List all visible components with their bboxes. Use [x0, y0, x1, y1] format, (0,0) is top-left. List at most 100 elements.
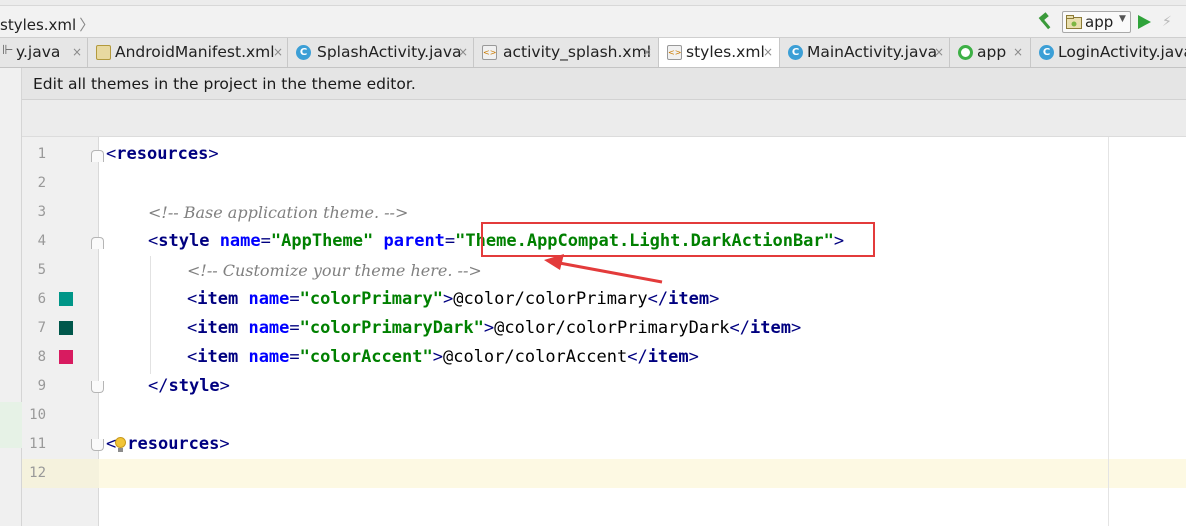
xml-attribute: name: [248, 318, 290, 338]
xml-equals: =: [444, 231, 456, 251]
close-icon[interactable]: ×: [273, 45, 283, 59]
xml-bracket: >: [790, 318, 802, 338]
xml-bracket: >: [688, 347, 699, 367]
xml-equals: =: [289, 289, 300, 309]
code-line-10: 10: [0, 401, 1186, 430]
xml-tag-name: resources: [127, 434, 220, 454]
close-icon[interactable]: ×: [763, 45, 773, 59]
xml-attribute: name: [248, 347, 290, 367]
xml-tag-name: resources: [116, 144, 209, 164]
xml-tag-name: item: [197, 347, 239, 367]
xml-tag-name: item: [668, 289, 710, 309]
xml-text: @color/colorPrimary: [453, 289, 648, 309]
close-icon[interactable]: ×: [1013, 45, 1023, 59]
color-swatch-colorprimary[interactable]: [59, 292, 73, 306]
tab-app[interactable]: app ×: [950, 38, 1031, 67]
line-number: 6: [37, 291, 46, 307]
tab-activity-splash-xml[interactable]: <> activity_splash.xml ×: [474, 38, 659, 67]
fold-marker-icon[interactable]: [91, 150, 104, 162]
tab-mainactivity-java[interactable]: C MainActivity.java ×: [780, 38, 950, 67]
xml-text: @color/colorAccent: [442, 347, 628, 367]
theme-editor-banner: Edit all themes in the project in the th…: [22, 68, 1186, 100]
xml-text: @color/colorPrimaryDark: [494, 318, 730, 338]
xml-attribute: parent: [383, 231, 445, 251]
tab-y-java[interactable]: ⊩ y.java ×: [0, 38, 88, 67]
xml-bracket: </: [627, 347, 648, 367]
banner-text: Edit all themes in the project in the th…: [33, 75, 416, 93]
breadcrumb[interactable]: styles.xml 〉: [0, 14, 94, 35]
xml-tag-name: item: [197, 289, 239, 309]
xml-equals: =: [289, 318, 300, 338]
code-line-8: 8 <item name="colorAccent">@color/colorA…: [0, 343, 1186, 372]
code-line-1: 1 <resources>: [0, 140, 1186, 169]
xml-bracket: >: [208, 144, 219, 164]
code-line-7: 7 <item name="colorPrimaryDark">@color/c…: [0, 314, 1186, 343]
editor-tab-bar: ⊩ y.java × AndroidManifest.xml × C Splas…: [0, 38, 1186, 68]
java-class-icon: C: [296, 45, 311, 60]
xml-tag-name: item: [750, 318, 791, 338]
xml-bracket: <: [187, 289, 198, 309]
tab-label: y.java: [16, 43, 61, 61]
breadcrumb-file[interactable]: styles.xml: [0, 16, 76, 34]
android-manifest-icon: [96, 45, 111, 60]
android-module-icon: [1066, 15, 1082, 29]
code-line-2: 2: [0, 169, 1186, 198]
xml-attribute: name: [248, 289, 290, 309]
close-icon[interactable]: ×: [642, 45, 652, 59]
xml-bracket: >: [483, 318, 495, 338]
tab-styles-xml[interactable]: <> styles.xml ×: [659, 38, 780, 67]
xml-bracket: <: [187, 347, 198, 367]
xml-icon: <>: [667, 45, 682, 60]
tab-label: activity_splash.xml: [503, 43, 652, 61]
tab-splashactivity-java[interactable]: C SplashActivity.java ×: [288, 38, 474, 67]
hammer-icon[interactable]: [1036, 12, 1056, 32]
tab-androidmanifest-xml[interactable]: AndroidManifest.xml ×: [88, 38, 288, 67]
tab-label: styles.xml: [686, 43, 765, 61]
close-icon[interactable]: ×: [458, 45, 468, 59]
run-config-dropdown[interactable]: app ▼: [1062, 11, 1131, 33]
line-number: 1: [37, 146, 46, 162]
code-line-12: 12: [0, 459, 1186, 488]
breadcrumb-separator: 〉: [79, 16, 95, 34]
line-number: 4: [37, 233, 46, 249]
java-class-icon: C: [1039, 45, 1054, 60]
xml-bracket: </: [729, 318, 751, 338]
color-swatch-coloraccent[interactable]: [59, 350, 73, 364]
line-number: 8: [37, 349, 46, 365]
xml-bracket: >: [219, 434, 230, 454]
fold-marker-icon[interactable]: [91, 381, 104, 393]
tab-label: SplashActivity.java: [317, 43, 462, 61]
annotation-arrow-icon: [544, 254, 663, 284]
tab-loginactivity-java[interactable]: C LoginActivity.java: [1031, 38, 1186, 67]
close-icon[interactable]: ×: [72, 45, 82, 59]
line-number: 11: [29, 436, 46, 452]
line-number: 5: [37, 262, 46, 278]
color-swatch-colorprimarydark[interactable]: [59, 321, 73, 335]
code-line-9: 9 </style>: [0, 372, 1186, 401]
xml-bracket: <: [106, 434, 117, 454]
pin-icon: ⊩: [2, 43, 14, 58]
line-number: 12: [29, 465, 46, 481]
line-number: 9: [37, 378, 46, 394]
app-module-icon: [958, 45, 973, 60]
xml-bracket: <: [187, 318, 198, 338]
xml-icon: <>: [482, 45, 497, 60]
xml-attribute-value: "colorPrimaryDark": [299, 318, 484, 338]
fold-marker-icon[interactable]: [91, 237, 104, 249]
tab-label: app: [977, 43, 1007, 61]
xml-tag-name: item: [197, 318, 239, 338]
xml-equals: =: [260, 231, 271, 251]
navigation-bar: styles.xml 〉 app ▼ ⚡: [0, 6, 1186, 38]
xml-tag-name: style: [168, 376, 220, 396]
xml-bracket: <: [148, 231, 159, 251]
xml-tag-name: style: [158, 231, 210, 251]
xml-quote: ": [455, 231, 466, 251]
lightning-icon[interactable]: ⚡: [1162, 14, 1172, 30]
run-icon[interactable]: [1138, 15, 1151, 29]
xml-equals: =: [289, 347, 300, 367]
line-number: 3: [37, 204, 46, 220]
tab-label: AndroidManifest.xml: [115, 43, 275, 61]
fold-marker-icon[interactable]: [91, 439, 104, 451]
close-icon[interactable]: ×: [934, 45, 944, 59]
line-number: 7: [37, 320, 46, 336]
